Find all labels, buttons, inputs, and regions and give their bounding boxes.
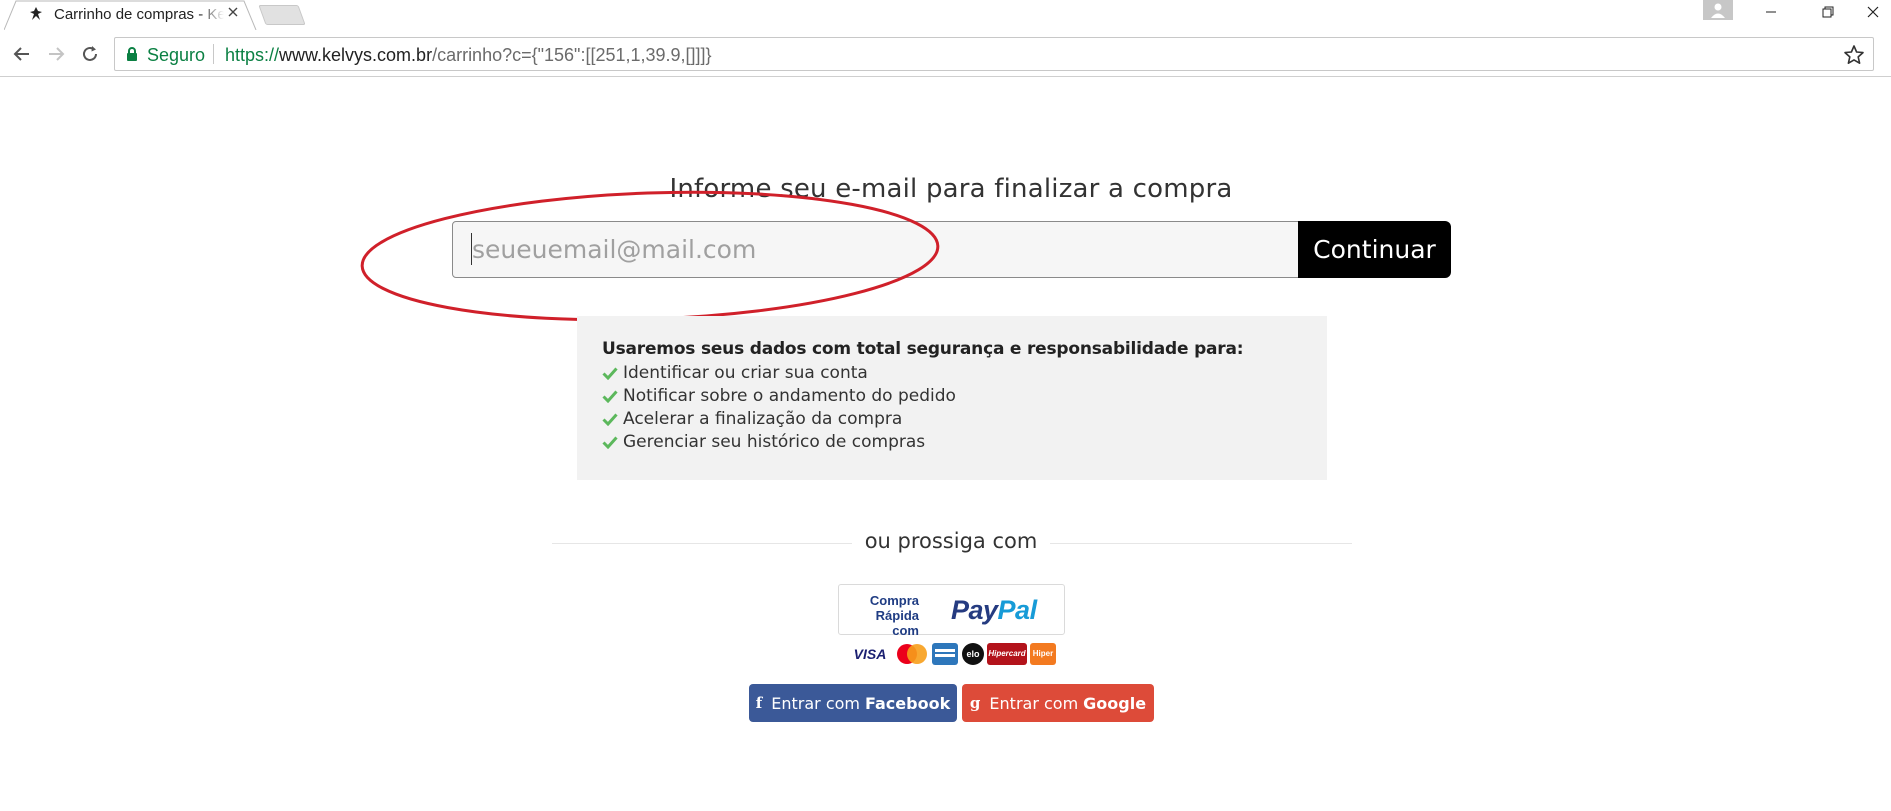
check-icon bbox=[602, 412, 618, 426]
info-list-item: Identificar ou criar sua conta bbox=[602, 361, 1302, 384]
back-arrow-icon[interactable] bbox=[8, 40, 36, 68]
forward-arrow-icon[interactable] bbox=[42, 40, 70, 68]
info-item-text: Notificar sobre o andamento do pedido bbox=[623, 385, 956, 406]
google-button-brand: Google bbox=[1083, 693, 1147, 713]
check-icon bbox=[602, 435, 618, 449]
google-icon: g bbox=[969, 694, 981, 712]
google-button-prefix: Entrar com bbox=[989, 693, 1079, 713]
accepted-cards: VISA elo Hipercard Hiper bbox=[846, 641, 1056, 669]
browser-tabstrip: Carrinho de compras - Kelvys bbox=[0, 0, 1891, 30]
data-usage-info-box: Usaremos seus dados com total segurança … bbox=[577, 316, 1327, 480]
tab-close-icon[interactable] bbox=[224, 5, 242, 23]
check-icon bbox=[602, 366, 618, 380]
browser-toolbar: Seguro https://www.kelvys.com.br/carrinh… bbox=[0, 30, 1891, 77]
hipercard-icon: Hipercard bbox=[987, 643, 1027, 665]
elo-card-icon: elo bbox=[962, 643, 984, 665]
lock-icon bbox=[127, 47, 137, 61]
divider-line bbox=[1050, 543, 1352, 544]
paypal-logo: PayPal bbox=[951, 595, 1037, 626]
bookmark-star-icon[interactable] bbox=[1843, 44, 1865, 66]
info-list: Identificar ou criar sua conta Notificar… bbox=[602, 361, 1302, 453]
info-list-item: Acelerar a finalização da compra bbox=[602, 407, 1302, 430]
url-scheme: https:// bbox=[225, 45, 280, 65]
info-list-item: Gerenciar seu histórico de compras bbox=[602, 430, 1302, 453]
divider-line bbox=[552, 543, 852, 544]
url-host: www.kelvys.com.br bbox=[279, 45, 433, 65]
minimize-window-button[interactable] bbox=[1748, 0, 1794, 28]
continue-button[interactable]: Continuar bbox=[1298, 221, 1451, 278]
close-window-button[interactable] bbox=[1854, 0, 1891, 28]
text-caret bbox=[471, 233, 472, 265]
check-icon bbox=[602, 389, 618, 403]
profile-icon[interactable] bbox=[1703, 0, 1733, 20]
paypal-caption: Compra Rápida com bbox=[853, 593, 919, 638]
new-tab-button[interactable] bbox=[258, 5, 306, 25]
google-login-button[interactable]: g Entrar com Google bbox=[962, 684, 1154, 722]
paypal-caption-line1: Compra bbox=[869, 593, 919, 608]
email-form: Continuar bbox=[452, 221, 1451, 278]
restore-window-button[interactable] bbox=[1805, 0, 1851, 28]
secure-label[interactable]: Seguro bbox=[147, 45, 205, 66]
email-input[interactable] bbox=[452, 221, 1300, 278]
address-bar[interactable]: Seguro https://www.kelvys.com.br/carrinh… bbox=[114, 37, 1874, 71]
facebook-login-button[interactable]: f Entrar com Facebook bbox=[749, 684, 957, 722]
info-item-text: Gerenciar seu histórico de compras bbox=[623, 431, 926, 452]
hiper-card-icon: Hiper bbox=[1030, 643, 1056, 665]
mastercard-icon bbox=[894, 643, 930, 665]
page-title: Informe seu e-mail para finalizar a comp… bbox=[669, 174, 1233, 204]
reload-icon[interactable] bbox=[76, 40, 104, 68]
omnibox-separator bbox=[213, 44, 214, 64]
paypal-logo-pay: Pay bbox=[951, 595, 998, 625]
facebook-button-prefix: Entrar com bbox=[771, 693, 860, 713]
kelvys-logo-icon bbox=[28, 6, 44, 22]
info-item-text: Acelerar a finalização da compra bbox=[623, 408, 903, 429]
checkout-page: Informe seu e-mail para finalizar a comp… bbox=[0, 78, 1891, 811]
info-item-text: Identificar ou criar sua conta bbox=[623, 362, 868, 383]
paypal-logo-pal: Pal bbox=[997, 595, 1038, 625]
info-title: Usaremos seus dados com total segurança … bbox=[602, 339, 1244, 359]
amex-card-icon bbox=[932, 643, 958, 665]
url-path: /carrinho?c={"156":[[251,1,39.9,[]]]} bbox=[432, 45, 712, 65]
alternative-login-label: ou prossiga com bbox=[864, 529, 1038, 553]
url-text[interactable]: https://www.kelvys.com.br/carrinho?c={"1… bbox=[225, 45, 712, 66]
paypal-caption-line2: Rápida com bbox=[875, 608, 919, 638]
facebook-button-brand: Facebook bbox=[865, 693, 951, 713]
visa-card-icon: VISA bbox=[848, 643, 892, 665]
info-list-item: Notificar sobre o andamento do pedido bbox=[602, 384, 1302, 407]
paypal-checkout-button[interactable]: Compra Rápida com PayPal bbox=[838, 584, 1065, 638]
tab-title[interactable]: Carrinho de compras - Kelvys bbox=[54, 6, 224, 24]
facebook-icon: f bbox=[755, 694, 763, 712]
